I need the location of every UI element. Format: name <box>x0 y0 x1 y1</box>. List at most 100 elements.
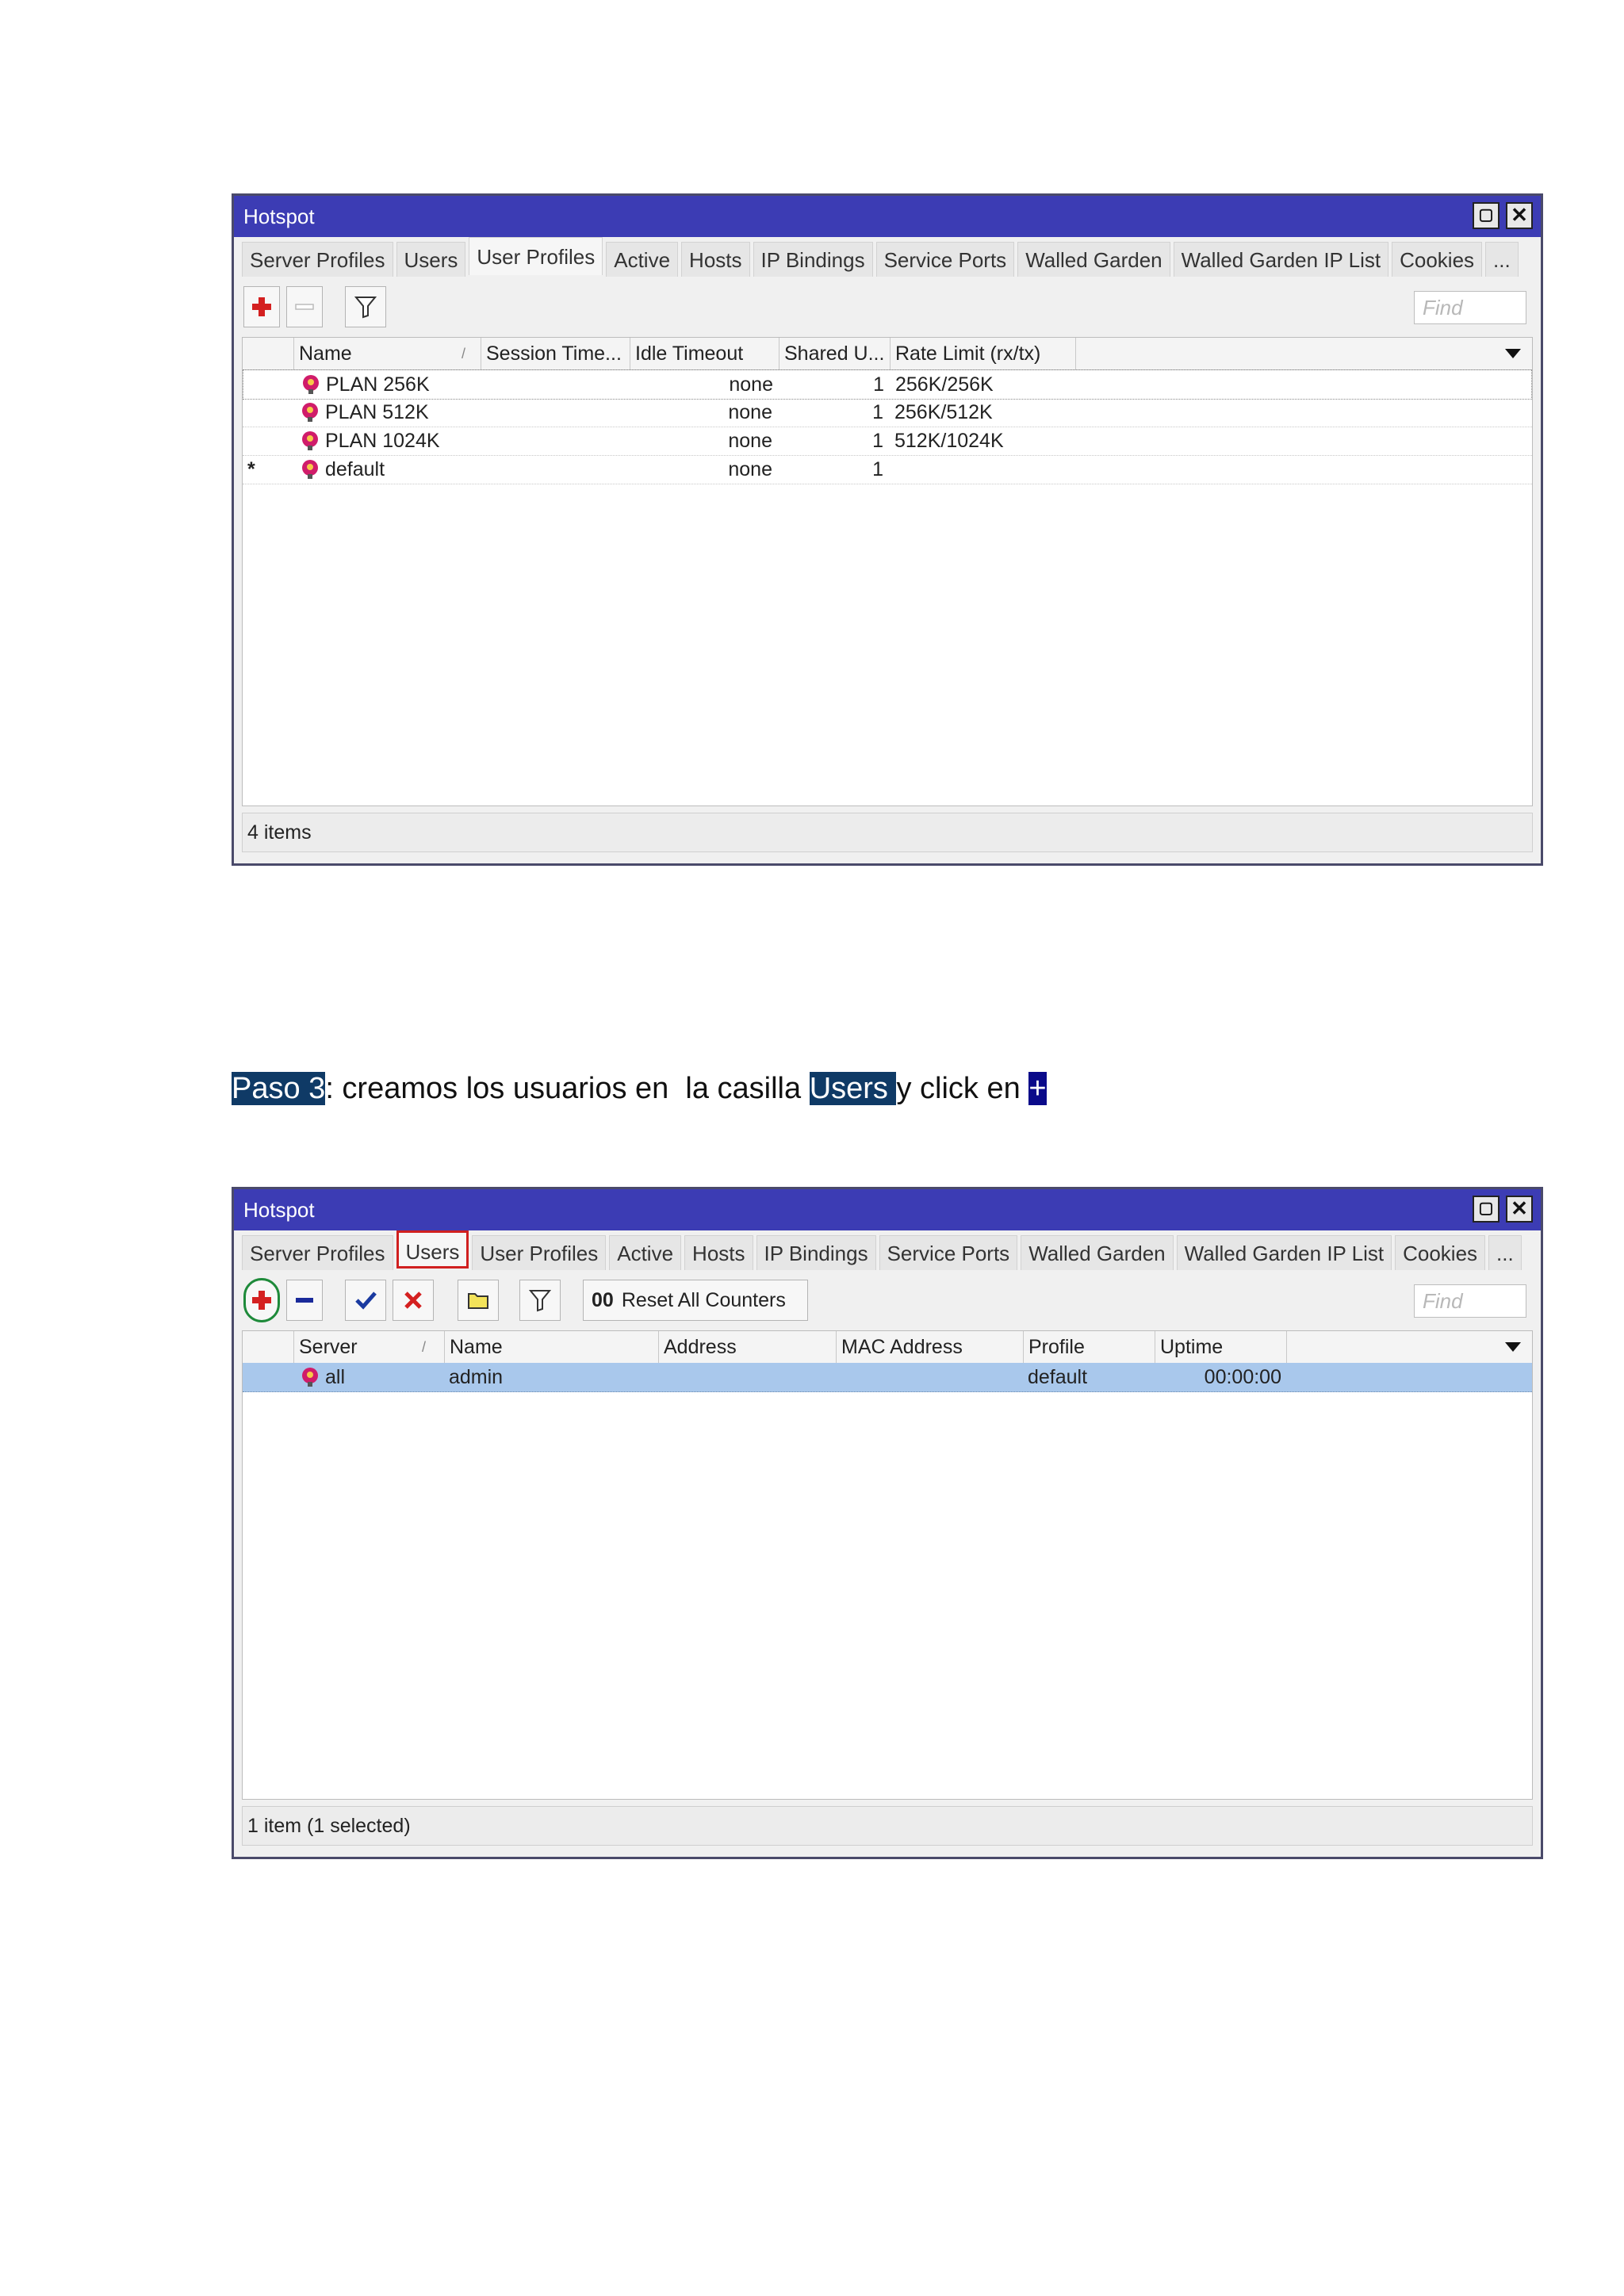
tab-ip-bindings[interactable]: IP Bindings <box>753 242 873 277</box>
tab-more[interactable]: ... <box>1488 1235 1522 1270</box>
checkmark-icon <box>355 1292 377 1310</box>
cell-idle-timeout: none <box>729 373 773 396</box>
tab-active[interactable]: Active <box>609 1235 682 1270</box>
column-header-idle-timeout[interactable]: Idle Timeout <box>630 338 779 369</box>
column-header-shared-users[interactable]: Shared U... <box>779 338 890 369</box>
close-button[interactable]: ✕ <box>1506 1196 1533 1223</box>
cell-rate-limit <box>894 455 1075 484</box>
column-header-rate-limit[interactable]: Rate Limit (rx/tx) <box>890 338 1075 369</box>
tab-server-profiles[interactable]: Server Profiles <box>242 1235 393 1270</box>
table-header: Server / Name Address MAC Address Profil… <box>243 1331 1532 1364</box>
step-text-part2: y click en <box>896 1072 1029 1105</box>
tab-user-profiles[interactable]: User Profiles <box>469 237 603 275</box>
column-header-mac-address[interactable]: MAC Address <box>836 1331 1023 1363</box>
comment-icon <box>468 1293 488 1309</box>
window-title: Hotspot <box>243 1197 315 1222</box>
column-header-profile[interactable]: Profile <box>1023 1331 1155 1363</box>
user-icon <box>302 1368 318 1387</box>
table-row-selected[interactable]: all admin default 00:00:00 <box>243 1363 1532 1392</box>
tab-user-profiles[interactable]: User Profiles <box>472 1235 607 1270</box>
toolbar: 00 Reset All Counters Find <box>242 1278 1533 1324</box>
column-header-name[interactable]: Name <box>444 1331 658 1363</box>
column-header-empty <box>1075 338 1532 369</box>
column-header-uptime[interactable]: Uptime <box>1155 1331 1286 1363</box>
filter-icon <box>528 1290 552 1312</box>
table-row[interactable]: PLAN 512K none 1 256K/512K <box>243 398 1532 427</box>
sort-indicator-icon: / <box>422 1339 427 1355</box>
cell-shared-users: 1 <box>872 401 883 423</box>
tab-service-ports[interactable]: Service Ports <box>879 1235 1018 1270</box>
profile-icon <box>302 460 318 479</box>
tab-users[interactable]: Users <box>396 1230 469 1269</box>
find-input[interactable]: Find <box>1414 1284 1526 1318</box>
add-button[interactable] <box>243 1278 280 1322</box>
column-header-name[interactable]: Name <box>293 338 481 369</box>
remove-button[interactable] <box>286 1280 323 1321</box>
step-text-part1: : creamos los usuarios en la casilla <box>325 1072 810 1105</box>
close-button[interactable]: ✕ <box>1506 202 1533 229</box>
status-bar: 4 items <box>242 813 1533 852</box>
add-button[interactable] <box>243 286 280 327</box>
tab-walled-garden[interactable]: Walled Garden <box>1021 1235 1174 1270</box>
maximize-button[interactable]: ▢ <box>1473 202 1500 229</box>
tab-ip-bindings[interactable]: IP Bindings <box>756 1235 876 1270</box>
cell-uptime: 00:00:00 <box>1204 1366 1281 1388</box>
comment-button[interactable] <box>458 1280 499 1321</box>
filter-button[interactable] <box>519 1280 561 1321</box>
tab-bar: Server Profiles Users User Profiles Acti… <box>242 237 1533 278</box>
tab-server-profiles[interactable]: Server Profiles <box>242 242 393 277</box>
tab-cookies[interactable]: Cookies <box>1392 242 1483 277</box>
maximize-button[interactable]: ▢ <box>1473 1196 1500 1223</box>
tab-service-ports[interactable]: Service Ports <box>875 242 1015 277</box>
cell-idle-timeout: none <box>728 430 772 452</box>
step-label: Paso 3 <box>232 1072 326 1105</box>
tab-bar: Server Profiles Users User Profiles Acti… <box>242 1230 1533 1272</box>
user-profiles-table: Name / Session Time... Idle Timeout Shar… <box>242 337 1533 806</box>
enable-button[interactable] <box>345 1280 386 1321</box>
cell-profile: default <box>1028 1366 1088 1388</box>
tab-hosts[interactable]: Hosts <box>684 1235 753 1270</box>
cell-name: PLAN 256K <box>326 373 430 396</box>
window-title: Hotspot <box>243 204 315 228</box>
tab-users[interactable]: Users <box>396 242 466 277</box>
table-row[interactable]: PLAN 1024K none 1 512K/1024K <box>243 427 1532 456</box>
column-chooser-dropdown-icon[interactable] <box>1505 349 1521 358</box>
tab-more[interactable]: ... <box>1485 242 1519 277</box>
sort-indicator-icon: / <box>462 346 466 362</box>
find-input[interactable]: Find <box>1414 291 1526 324</box>
tab-walled-garden-ip-list[interactable]: Walled Garden IP List <box>1176 1235 1392 1270</box>
table-row[interactable]: * default none 1 <box>243 455 1532 484</box>
column-header-session-time[interactable]: Session Time... <box>481 338 630 369</box>
red-x-icon <box>404 1292 422 1309</box>
minus-icon <box>296 1298 313 1303</box>
table-header: Name / Session Time... Idle Timeout Shar… <box>243 338 1532 370</box>
counter-reset-icon: 00 <box>592 1288 614 1311</box>
cell-idle-timeout: none <box>728 458 772 480</box>
minus-icon <box>295 304 314 310</box>
filter-button[interactable] <box>345 286 386 327</box>
tab-hosts[interactable]: Hosts <box>681 242 750 277</box>
tab-active[interactable]: Active <box>606 242 679 277</box>
window-titlebar: Hotspot ▢ ✕ <box>234 1189 1541 1230</box>
tab-walled-garden-ip-list[interactable]: Walled Garden IP List <box>1173 242 1389 277</box>
hotspot-window-user-profiles: Hotspot ▢ ✕ Server Profiles Users User P… <box>232 193 1543 866</box>
step-plus-highlight: + <box>1028 1072 1047 1105</box>
table-row[interactable]: PLAN 256K none 1 256K/256K <box>243 369 1532 400</box>
status-bar: 1 item (1 selected) <box>242 1806 1533 1846</box>
filter-icon <box>354 297 377 319</box>
remove-button[interactable] <box>286 286 323 327</box>
step-instruction: Paso 3: creamos los usuarios en la casil… <box>232 1072 1047 1106</box>
tab-cookies[interactable]: Cookies <box>1395 1235 1486 1270</box>
cell-rate-limit: 256K/256K <box>895 373 994 396</box>
cell-idle-timeout: none <box>728 401 772 423</box>
tab-walled-garden[interactable]: Walled Garden <box>1017 242 1170 277</box>
column-header-address[interactable]: Address <box>658 1331 836 1363</box>
cell-name: PLAN 512K <box>325 401 429 423</box>
column-chooser-dropdown-icon[interactable] <box>1505 1342 1521 1352</box>
cell-name: PLAN 1024K <box>325 430 440 452</box>
profile-icon <box>303 375 319 394</box>
disable-button[interactable] <box>393 1280 434 1321</box>
cell-name: admin <box>449 1366 504 1388</box>
toolbar: Find <box>242 286 1533 331</box>
reset-all-counters-button[interactable]: 00 Reset All Counters <box>583 1280 808 1321</box>
